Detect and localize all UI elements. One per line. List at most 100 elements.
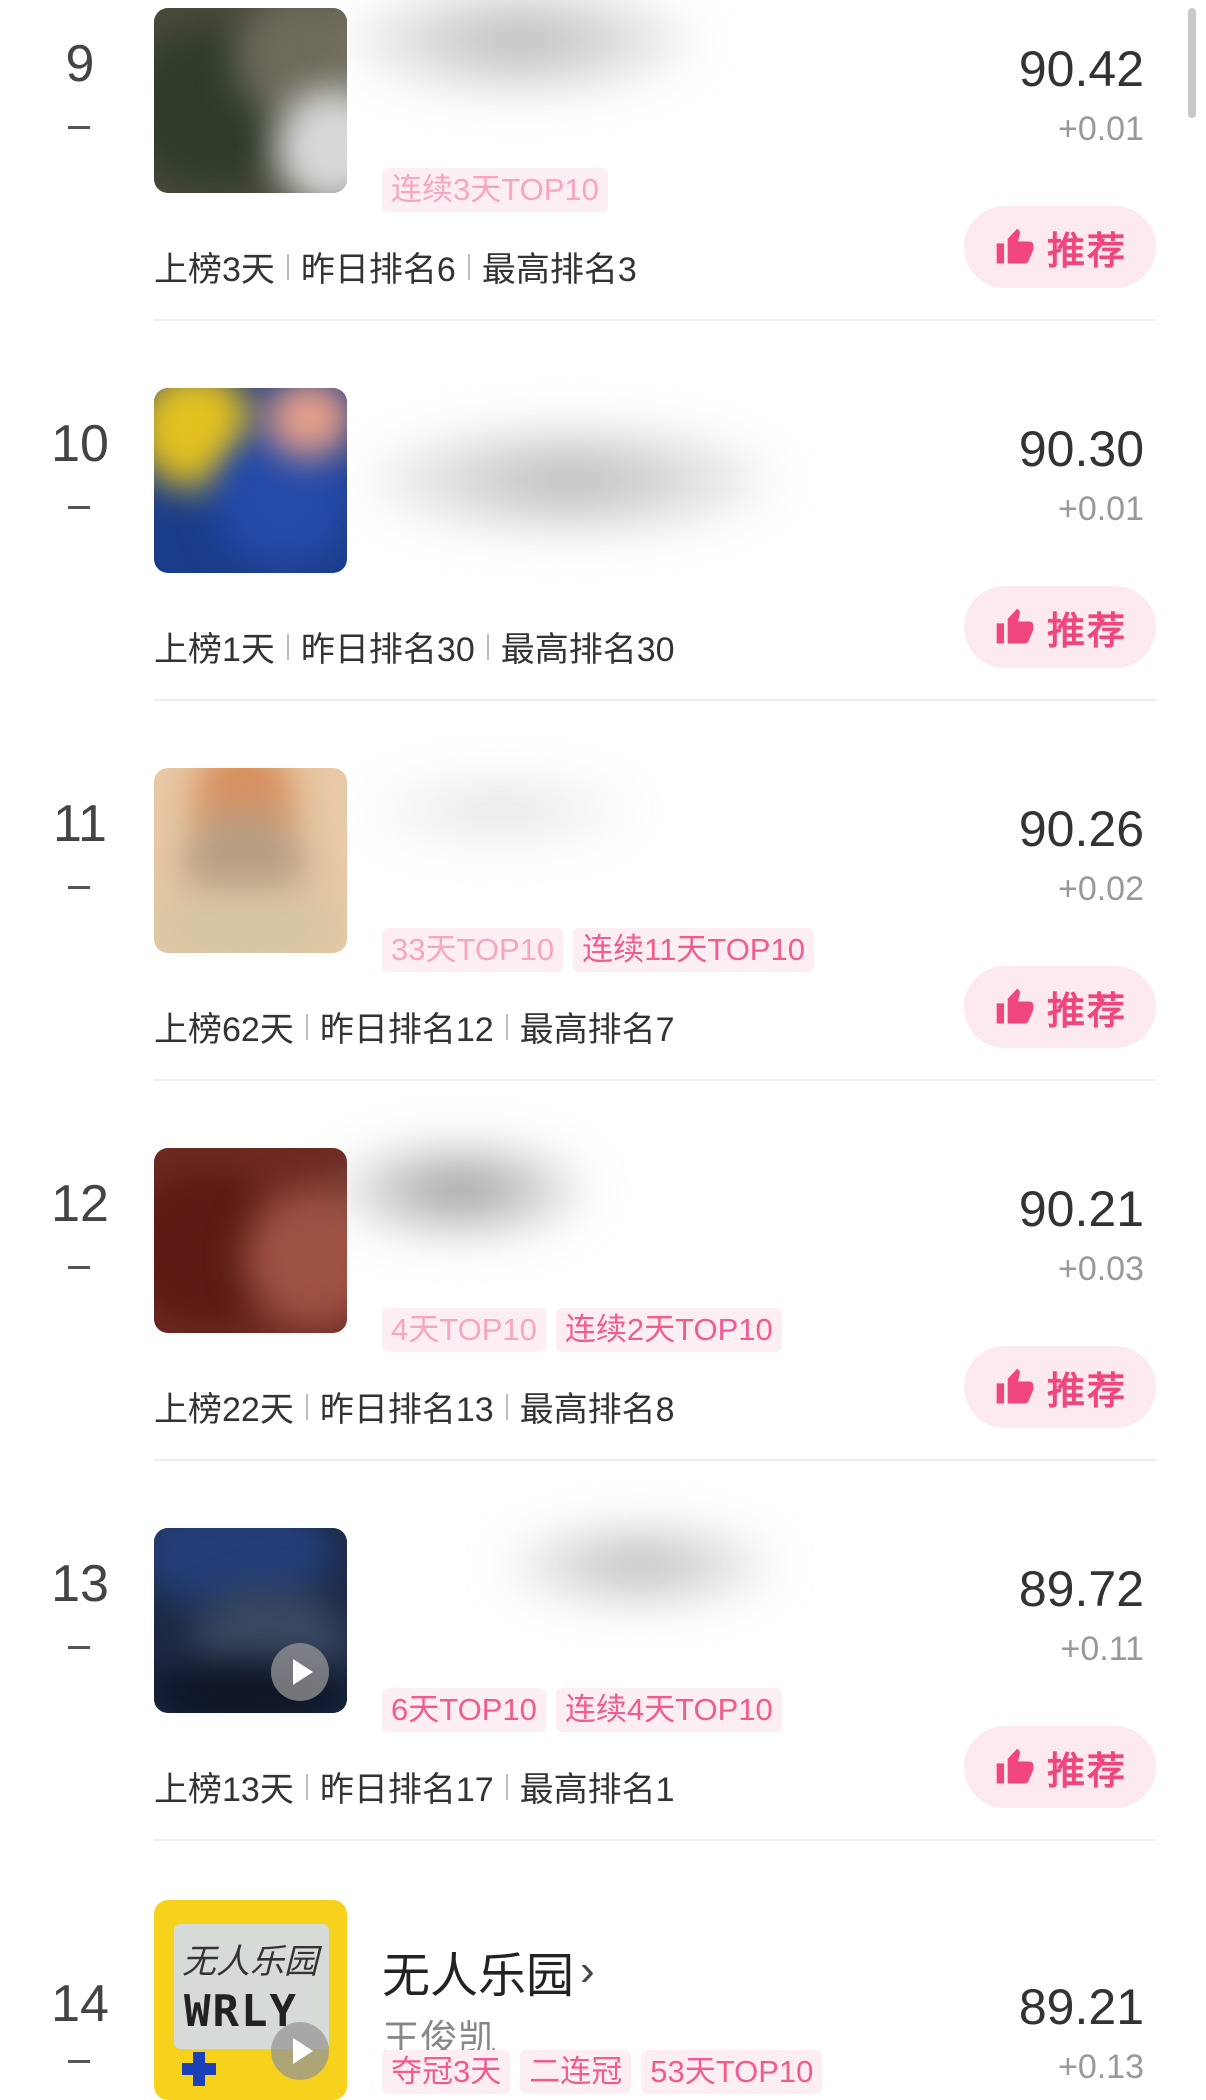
rank-number: 13 [51, 1555, 109, 1613]
blurred-song-info [360, 420, 780, 540]
recommend-label: 推荐 [1046, 1370, 1127, 1413]
recommend-label: 推荐 [1046, 230, 1127, 273]
days-on-chart: 上榜3天 [154, 251, 275, 289]
recommend-label: 推荐 [1046, 610, 1127, 653]
blurred-song-info [330, 1140, 590, 1240]
tag-list: 夺冠3天 二连冠 53天TOP10 [382, 2050, 823, 2094]
rank-unchanged-dash [68, 506, 90, 509]
song-title: 无人乐园 [382, 1950, 575, 2003]
tag-list: 6天TOP10 连续4天TOP10 [382, 1688, 782, 1732]
cover-title-text: 无人乐园 [182, 1942, 318, 1982]
recommend-button[interactable]: 推荐 [964, 1726, 1156, 1808]
song-cover[interactable]: 无人乐园 WRLY [154, 1900, 347, 2100]
play-icon[interactable] [271, 1643, 329, 1701]
chart-row-13[interactable]: 13 6天TOP10 连续4天TOP10 89.72 +0.11 上榜13天 昨… [0, 1520, 1206, 1900]
row-divider [154, 1459, 1156, 1461]
chart-row-10[interactable]: 10 90.30 +0.01 上榜1天 昨日排名30 最高排名30 推荐 [0, 380, 1206, 760]
separator [505, 1773, 508, 1800]
blurred-song-info [340, 0, 700, 100]
rank-stats: 上榜62天 昨日排名12 最高排名7 [154, 1002, 675, 1051]
chart-row-9[interactable]: 9 连续3天TOP10 90.42 +0.01 上榜3天 昨日排名6 最高排名3… [0, 0, 1206, 380]
tag: 6天TOP10 [382, 1688, 546, 1732]
tag: 夺冠3天 [382, 2050, 511, 2094]
rank-number: 14 [51, 1975, 109, 2033]
recommend-label: 推荐 [1046, 990, 1127, 1033]
blurred-song-info [500, 1520, 780, 1610]
tag-list: 连续3天TOP10 [382, 168, 608, 212]
song-cover[interactable] [154, 388, 347, 573]
rank-unchanged-dash [68, 126, 90, 129]
yesterday-rank: 昨日排名30 [300, 631, 475, 669]
score: 90.26 [1018, 801, 1144, 857]
recommend-label: 推荐 [1046, 1750, 1127, 1793]
highest-rank: 最高排名8 [519, 1391, 675, 1429]
days-on-chart: 上榜62天 [154, 1011, 294, 1049]
days-on-chart: 上榜1天 [154, 631, 275, 669]
separator [505, 1013, 508, 1040]
row-divider [154, 1839, 1156, 1841]
separator [486, 633, 489, 660]
score-change: +0.03 [1057, 1250, 1144, 1288]
chart-row-14[interactable]: 14 无人乐园 WRLY 无人乐园 › 王俊凯 夺冠3天 二连冠 53天TOP1… [0, 1900, 1206, 2100]
yesterday-rank: 昨日排名6 [300, 251, 456, 289]
score: 90.21 [1018, 1181, 1144, 1237]
tag: 二连冠 [520, 2050, 632, 2094]
song-cover[interactable] [154, 768, 347, 953]
recommend-button[interactable]: 推荐 [964, 1346, 1156, 1428]
rank-stats: 上榜13天 昨日排名17 最高排名1 [154, 1762, 675, 1811]
tag: 4天TOP10 [382, 1308, 546, 1352]
tag: 53天TOP10 [641, 2050, 823, 2094]
rank-number: 10 [51, 415, 109, 473]
chevron-right-icon: › [580, 1946, 595, 1995]
yesterday-rank: 昨日排名13 [319, 1391, 494, 1429]
song-cover[interactable] [154, 8, 347, 193]
rank-stats: 上榜3天 昨日排名6 最高排名3 [154, 242, 637, 291]
row-divider [154, 699, 1156, 701]
thumbs-up-icon [996, 228, 1034, 264]
chart-row-11[interactable]: 11 33天TOP10 连续11天TOP10 90.26 +0.02 上榜62天… [0, 760, 1206, 1140]
recommend-button[interactable]: 推荐 [964, 966, 1156, 1048]
recommend-button[interactable]: 推荐 [964, 206, 1156, 288]
separator [305, 1773, 308, 1800]
score: 89.21 [1018, 1979, 1144, 2035]
separator [305, 1013, 308, 1040]
separator [286, 633, 289, 660]
play-icon[interactable] [271, 2022, 329, 2080]
separator [286, 253, 289, 280]
score-change: +0.01 [1057, 110, 1144, 148]
score-change: +0.01 [1057, 490, 1144, 528]
highest-rank: 最高排名7 [519, 1011, 675, 1049]
rank-unchanged-dash [68, 1646, 90, 1649]
tag: 33天TOP10 [382, 928, 564, 972]
score: 89.72 [1018, 1561, 1144, 1617]
highest-rank: 最高排名1 [519, 1771, 675, 1809]
score: 90.30 [1018, 421, 1144, 477]
highest-rank: 最高排名30 [500, 631, 675, 669]
tag: 连续11天TOP10 [573, 928, 814, 972]
song-cover[interactable] [154, 1148, 347, 1333]
thumbs-up-icon [996, 1748, 1034, 1784]
days-on-chart: 上榜13天 [154, 1771, 294, 1809]
score-change: +0.11 [1060, 1630, 1144, 1668]
separator [505, 1393, 508, 1420]
dpad-icon [182, 2052, 216, 2086]
rank-number: 12 [51, 1175, 109, 1233]
row-divider [154, 319, 1156, 321]
song-title-link[interactable]: 无人乐园 › [382, 1936, 595, 2006]
tag: 连续4天TOP10 [555, 1688, 782, 1732]
days-on-chart: 上榜22天 [154, 1391, 294, 1429]
thumbs-up-icon [996, 988, 1034, 1024]
score-change: +0.02 [1057, 870, 1144, 908]
rank-number: 11 [53, 795, 107, 853]
highest-rank: 最高排名3 [481, 251, 637, 289]
thumbs-up-icon [996, 1368, 1034, 1404]
rank-unchanged-dash [68, 1266, 90, 1269]
rank-unchanged-dash [68, 886, 90, 889]
rank-stats: 上榜1天 昨日排名30 最高排名30 [154, 622, 675, 671]
yesterday-rank: 昨日排名12 [319, 1011, 494, 1049]
tag-list: 33天TOP10 连续11天TOP10 [382, 928, 814, 972]
chart-row-12[interactable]: 12 4天TOP10 连续2天TOP10 90.21 +0.03 上榜22天 昨… [0, 1140, 1206, 1520]
score-change: +0.13 [1057, 2048, 1144, 2086]
recommend-button[interactable]: 推荐 [964, 586, 1156, 668]
song-cover[interactable] [154, 1528, 347, 1713]
